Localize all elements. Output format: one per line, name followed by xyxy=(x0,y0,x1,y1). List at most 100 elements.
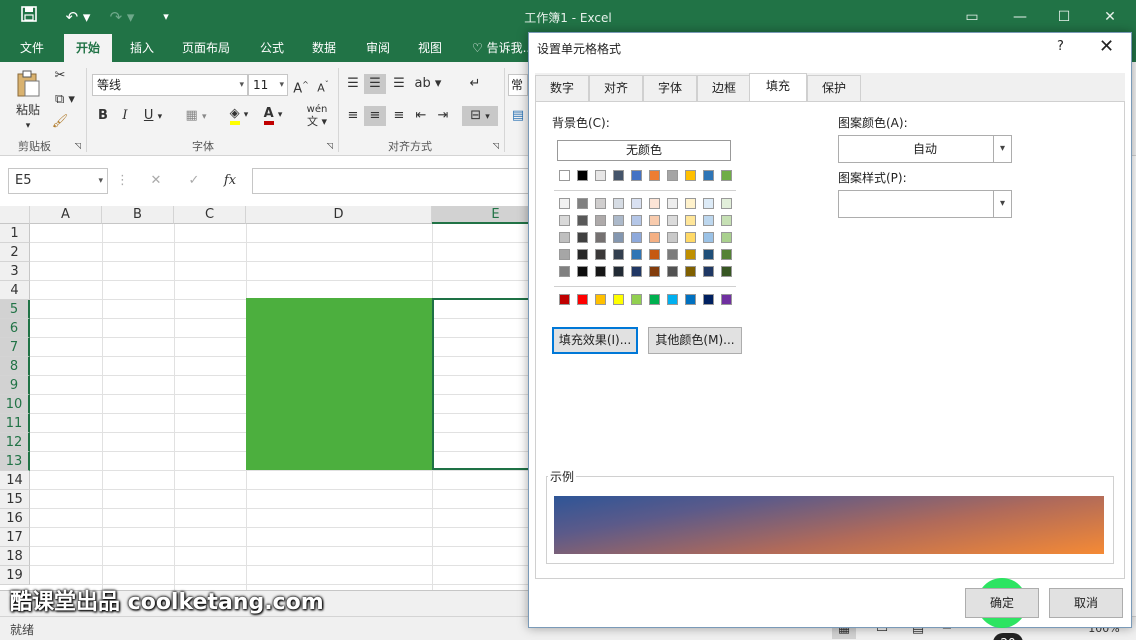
row-header[interactable]: 7 xyxy=(0,338,30,357)
column-header[interactable]: D xyxy=(246,206,432,224)
row-header[interactable]: 14 xyxy=(0,471,30,490)
tab-fill[interactable]: 填充 xyxy=(749,73,807,101)
theme-tint-swatch[interactable] xyxy=(631,198,642,209)
align-bottom-icon[interactable]: ☰ xyxy=(390,74,408,94)
row-header[interactable]: 10 xyxy=(0,395,30,414)
number-format-combo[interactable]: 常规 xyxy=(508,74,528,96)
theme-tint-swatch[interactable] xyxy=(595,266,606,277)
format-painter-icon[interactable]: 🖌 xyxy=(50,112,70,132)
name-box[interactable]: E5 ▾ xyxy=(8,168,108,194)
theme-tint-swatch[interactable] xyxy=(613,215,624,226)
standard-color-swatch[interactable] xyxy=(631,294,642,305)
standard-color-swatch[interactable] xyxy=(559,294,570,305)
theme-tint-swatch[interactable] xyxy=(685,198,696,209)
theme-tint-swatch[interactable] xyxy=(685,249,696,260)
row-header[interactable]: 1 xyxy=(0,224,30,243)
borders-icon[interactable]: ▦ ▾ xyxy=(180,106,212,126)
font-size-combo[interactable]: 11 ▾ xyxy=(248,74,288,96)
theme-tint-swatch[interactable] xyxy=(685,215,696,226)
more-colors-button[interactable]: 其他颜色(M)... xyxy=(648,327,742,354)
theme-tint-swatch[interactable] xyxy=(703,215,714,226)
column-header[interactable]: A xyxy=(30,206,102,224)
theme-tint-swatch[interactable] xyxy=(613,266,624,277)
theme-tint-swatch[interactable] xyxy=(667,266,678,277)
cut-icon[interactable]: ✂ xyxy=(50,66,70,86)
font-name-combo[interactable]: 等线 ▾ xyxy=(92,74,248,96)
tab-data[interactable]: 数据 xyxy=(300,34,348,62)
row-header[interactable]: 19 xyxy=(0,566,30,585)
maximize-button[interactable]: ☐ xyxy=(1044,6,1084,28)
theme-tint-swatch[interactable] xyxy=(559,249,570,260)
theme-color-swatch[interactable] xyxy=(649,170,660,181)
theme-tint-swatch[interactable] xyxy=(631,215,642,226)
theme-color-swatch[interactable] xyxy=(559,170,570,181)
theme-tint-swatch[interactable] xyxy=(595,198,606,209)
align-center-icon[interactable]: ≡ xyxy=(364,106,386,126)
paste-dropdown-icon[interactable]: ▾ xyxy=(20,116,36,136)
theme-tint-swatch[interactable] xyxy=(721,249,732,260)
increase-indent-icon[interactable]: ⇥ xyxy=(434,106,452,126)
orientation-icon[interactable]: ab ▾ xyxy=(414,74,442,94)
theme-tint-swatch[interactable] xyxy=(667,198,678,209)
cancel-entry-icon[interactable]: ✕ xyxy=(146,171,166,191)
row-header[interactable]: 12 xyxy=(0,433,30,452)
font-color-icon[interactable]: A ▾ xyxy=(256,104,290,125)
theme-tint-swatch[interactable] xyxy=(595,249,606,260)
grow-font-icon[interactable]: A^ xyxy=(292,75,310,96)
tab-insert[interactable]: 插入 xyxy=(118,34,166,62)
row-header[interactable]: 17 xyxy=(0,528,30,547)
paste-icon[interactable] xyxy=(14,70,42,100)
theme-tint-swatch[interactable] xyxy=(631,232,642,243)
theme-tint-swatch[interactable] xyxy=(703,232,714,243)
shrink-font-icon[interactable]: Aˇ xyxy=(314,75,332,95)
tab-border[interactable]: 边框 xyxy=(697,75,751,101)
row-header[interactable]: 8 xyxy=(0,357,30,376)
close-window-button[interactable]: ✕ xyxy=(1090,6,1130,28)
decrease-indent-icon[interactable]: ⇤ xyxy=(412,106,430,126)
minimize-button[interactable]: — xyxy=(1000,6,1040,28)
align-top-icon[interactable]: ☰ xyxy=(344,74,362,94)
align-middle-icon[interactable]: ☰ xyxy=(364,74,386,94)
cancel-button[interactable]: 取消 xyxy=(1049,588,1123,618)
tab-file[interactable]: 文件 xyxy=(8,34,56,62)
standard-color-swatch[interactable] xyxy=(721,294,732,305)
row-header[interactable]: 13 xyxy=(0,452,30,471)
tab-view[interactable]: 视图 xyxy=(406,34,454,62)
bold-button[interactable]: B xyxy=(94,106,112,126)
theme-tint-swatch[interactable] xyxy=(649,215,660,226)
theme-tint-swatch[interactable] xyxy=(685,232,696,243)
theme-tint-swatch[interactable] xyxy=(631,266,642,277)
tab-number[interactable]: 数字 xyxy=(535,75,589,101)
row-header[interactable]: 11 xyxy=(0,414,30,433)
tab-alignment[interactable]: 对齐 xyxy=(589,75,643,101)
theme-tint-swatch[interactable] xyxy=(703,266,714,277)
theme-tint-swatch[interactable] xyxy=(721,198,732,209)
wrap-text-icon[interactable]: ↵ xyxy=(466,74,484,94)
no-color-button[interactable]: 无颜色 xyxy=(557,140,731,161)
theme-tint-swatch[interactable] xyxy=(577,266,588,277)
tab-page-layout[interactable]: 页面布局 xyxy=(170,34,242,62)
theme-tint-swatch[interactable] xyxy=(667,249,678,260)
fill-color-icon[interactable]: ◈ ▾ xyxy=(222,104,256,125)
row-header[interactable]: 16 xyxy=(0,509,30,528)
theme-tint-swatch[interactable] xyxy=(667,232,678,243)
theme-tint-swatch[interactable] xyxy=(577,249,588,260)
tab-review[interactable]: 审阅 xyxy=(354,34,402,62)
font-launcher-icon[interactable]: ◹ xyxy=(324,140,336,152)
insert-function-icon[interactable]: fx xyxy=(220,171,240,191)
confirm-entry-icon[interactable]: ✓ xyxy=(184,171,204,191)
theme-tint-swatch[interactable] xyxy=(667,215,678,226)
theme-tint-swatch[interactable] xyxy=(721,232,732,243)
row-header[interactable]: 3 xyxy=(0,262,30,281)
underline-button[interactable]: U ▾ xyxy=(138,106,168,126)
theme-color-swatch[interactable] xyxy=(685,170,696,181)
help-icon[interactable]: ? xyxy=(1057,39,1064,54)
copy-icon[interactable]: ⧉ ▾ xyxy=(50,90,80,110)
theme-tint-swatch[interactable] xyxy=(721,215,732,226)
pattern-color-dropdown[interactable]: 自动 ▾ xyxy=(838,135,1012,163)
theme-tint-swatch[interactable] xyxy=(649,232,660,243)
filled-range-d5-d13[interactable] xyxy=(246,298,432,470)
standard-color-swatch[interactable] xyxy=(595,294,606,305)
theme-tint-swatch[interactable] xyxy=(649,198,660,209)
standard-color-swatch[interactable] xyxy=(577,294,588,305)
